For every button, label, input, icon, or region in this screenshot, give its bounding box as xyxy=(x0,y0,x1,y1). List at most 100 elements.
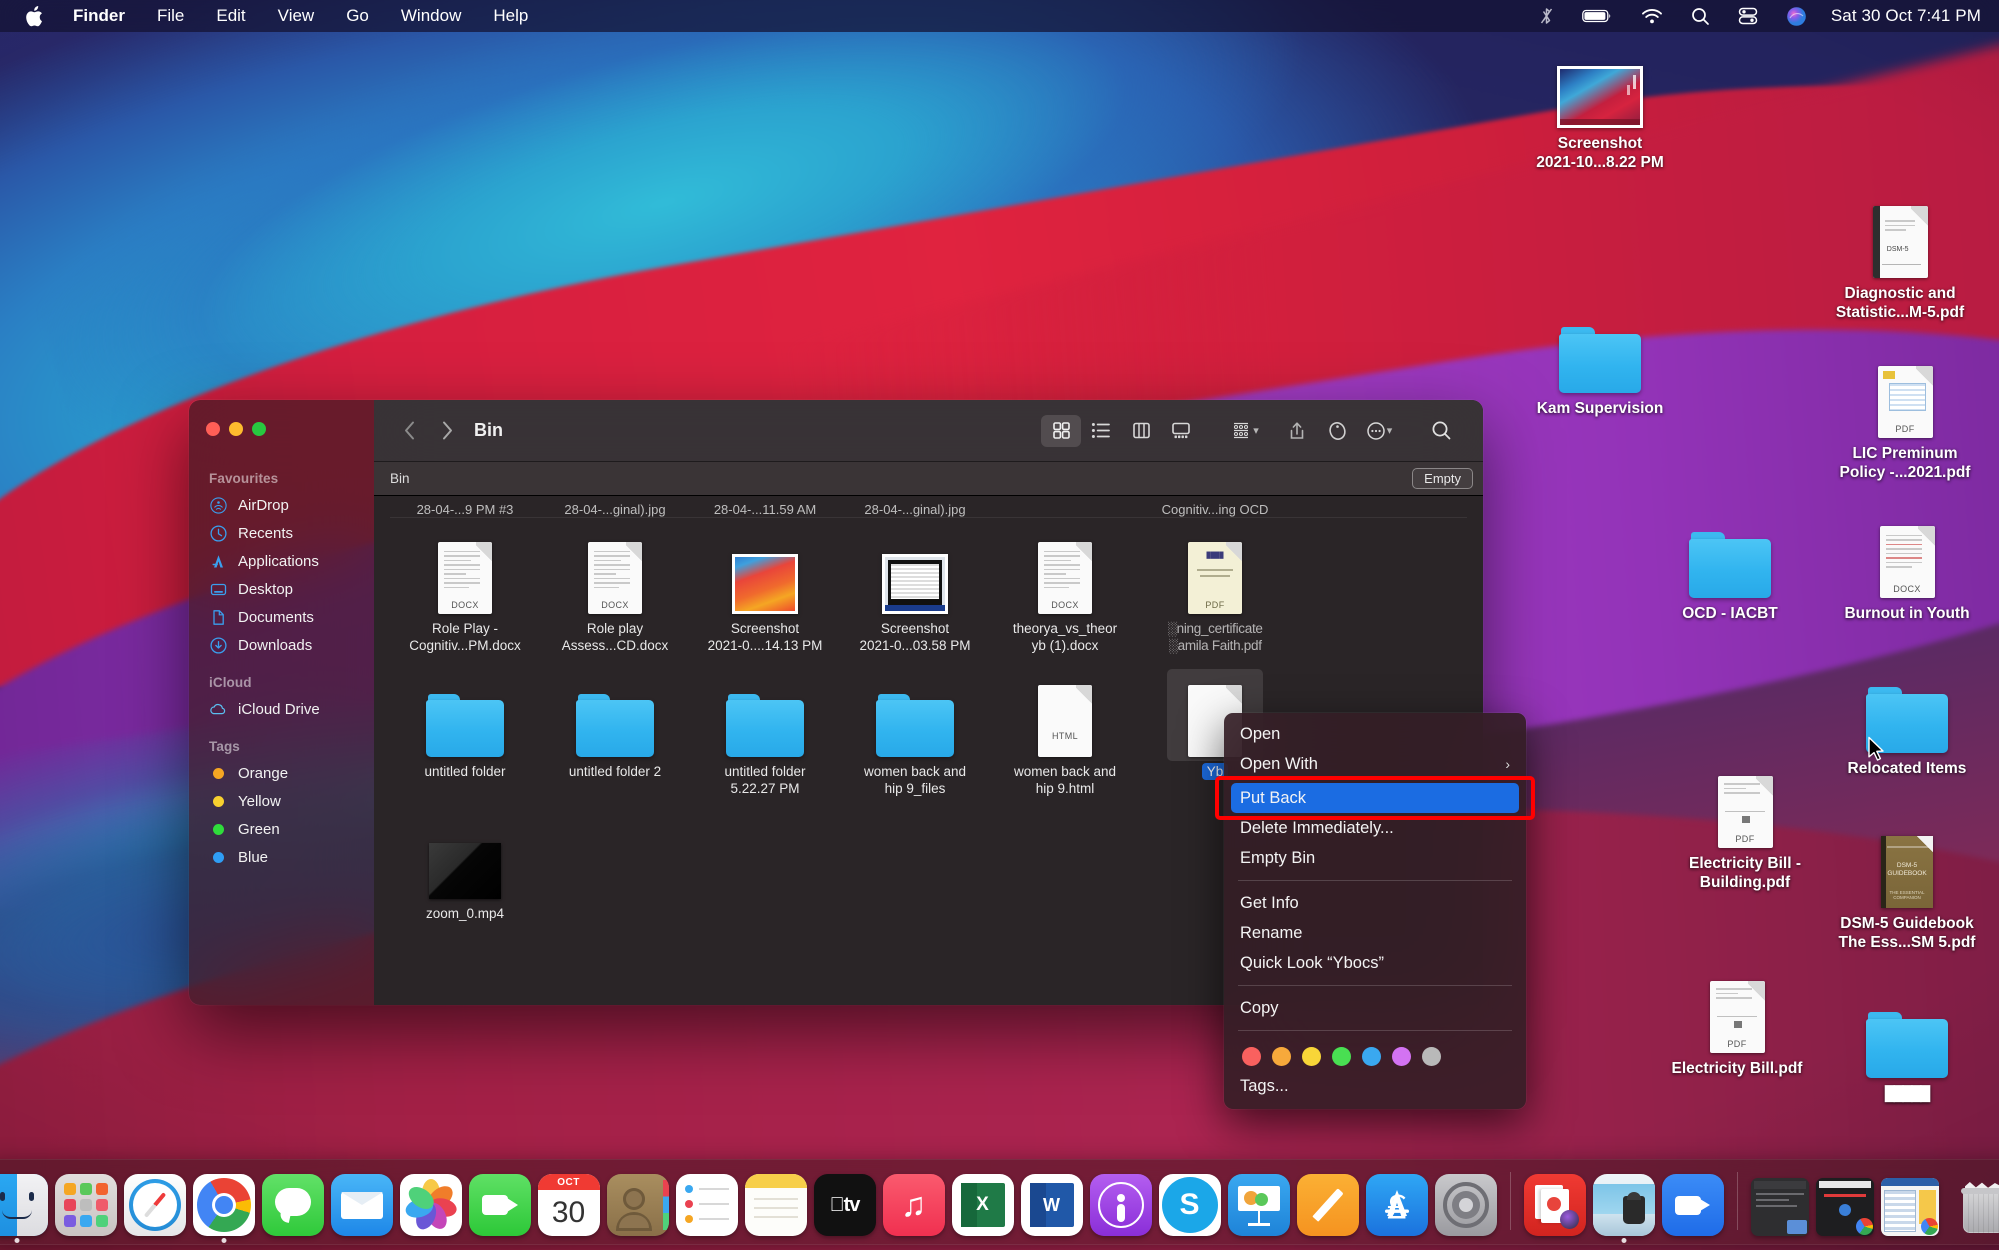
menu-item-finder[interactable]: Finder xyxy=(57,0,141,32)
desktop-icon-electricity-bill[interactable]: PDF Electricity Bill.pdf xyxy=(1662,975,1812,1079)
dock-app-excel[interactable]: X xyxy=(951,1174,1014,1236)
context-menu-item-get-info[interactable]: Get Info xyxy=(1224,888,1526,918)
group-by-button[interactable]: ▾ xyxy=(1223,415,1267,447)
file-item-women-back-hip-files[interactable]: women back and hip 9_files xyxy=(840,663,990,798)
desktop-icon-electricity-bill-building[interactable]: PDF Electricity Bill - Building.pdf xyxy=(1670,770,1820,893)
dock[interactable]: OCT 30 tv ♫ X W S ￡ xyxy=(0,1159,1999,1245)
dock-app-messages[interactable] xyxy=(261,1174,324,1236)
icon-view-button[interactable] xyxy=(1041,414,1081,447)
menu-item-help[interactable]: Help xyxy=(477,0,544,32)
sidebar-item-tag-blue[interactable]: Blue xyxy=(189,843,374,871)
dock-app-skype[interactable]: S xyxy=(1158,1174,1221,1236)
siri-icon[interactable] xyxy=(1772,0,1821,32)
dock-app-music[interactable]: ♫ xyxy=(882,1174,945,1236)
window-controls[interactable] xyxy=(206,422,266,436)
context-menu[interactable]: Open Open With › Put Back Delete Immedia… xyxy=(1215,713,1535,1109)
dock-app-launchpad[interactable] xyxy=(54,1174,117,1236)
back-chevron-icon[interactable] xyxy=(396,416,422,446)
dock-app-freeform[interactable] xyxy=(1296,1174,1359,1236)
menu-item-edit[interactable]: Edit xyxy=(200,0,261,32)
context-menu-tag-row[interactable] xyxy=(1224,1038,1526,1071)
dock-app-facetime[interactable] xyxy=(468,1174,531,1236)
search-icon[interactable] xyxy=(1677,0,1724,32)
forward-chevron-icon[interactable] xyxy=(434,416,460,446)
dock-app-pdf-expert[interactable] xyxy=(1523,1174,1586,1236)
sidebar-item-tag-green[interactable]: Green xyxy=(189,815,374,843)
sidebar-item-icloud-drive[interactable]: iCloud Drive xyxy=(189,695,374,723)
desktop-icon-dsm5-guidebook[interactable]: DSM-5 GUIDEBOOK THE ESSENTIAL COMPANION DS… xyxy=(1832,830,1982,953)
file-item-theorya-vs-theoryb[interactable]: DOCX theorya_vs_theor yb (1).docx xyxy=(990,520,1140,655)
column-view-button[interactable] xyxy=(1121,415,1161,447)
desktop-icon-lic-premium-pdf[interactable]: PDF LIC Preminum Policy -...2021.pdf xyxy=(1830,360,1980,483)
desktop-icon-screenshot[interactable]: Screenshot 2021-10...8.22 PM xyxy=(1525,50,1675,173)
sidebar-item-documents[interactable]: Documents xyxy=(189,603,374,631)
share-button[interactable] xyxy=(1277,415,1317,447)
context-menu-item-tags[interactable]: Tags... xyxy=(1224,1071,1526,1101)
bluetooth-off-icon[interactable] xyxy=(1525,0,1568,32)
sidebar-item-tag-orange[interactable]: Orange xyxy=(189,759,374,787)
dock-app-safari[interactable] xyxy=(123,1174,186,1236)
tag-color-purple[interactable] xyxy=(1392,1047,1411,1066)
file-item-role-play-assessment[interactable]: DOCX Role play Assess...CD.docx xyxy=(540,520,690,655)
dock-app-zoom[interactable] xyxy=(1661,1174,1724,1236)
dock-trash[interactable] xyxy=(1954,1176,1999,1236)
dock-app-reminders[interactable] xyxy=(675,1174,738,1236)
dock-app-photos[interactable] xyxy=(399,1174,462,1236)
file-item-training-certificate[interactable]: ████ PDF ░ning_certificate ░amila Faith.… xyxy=(1140,520,1290,655)
file-item-untitled-folder-52227[interactable]: untitled folder 5.22.27 PM xyxy=(690,663,840,798)
dock-app-preview[interactable] xyxy=(1592,1174,1655,1243)
dock-app-podcasts[interactable] xyxy=(1089,1174,1152,1236)
context-menu-item-open[interactable]: Open xyxy=(1224,719,1526,749)
desktop-icon-kam-supervision[interactable]: Kam Supervision xyxy=(1525,315,1675,419)
more-actions-button[interactable]: ▾ xyxy=(1357,415,1401,447)
battery-icon[interactable] xyxy=(1568,0,1627,32)
desktop-icon-burnout-docx[interactable]: DOCX Burnout in Youth xyxy=(1832,520,1982,624)
dock-app-chrome[interactable] xyxy=(192,1174,255,1243)
dock-minimized-window-1[interactable] xyxy=(1750,1178,1809,1236)
context-menu-item-open-with[interactable]: Open With › xyxy=(1224,749,1526,779)
file-item-zoom-mp4[interactable]: zoom_0.mp4 xyxy=(390,805,540,922)
tag-color-yellow[interactable] xyxy=(1302,1047,1321,1066)
dock-minimized-window-2[interactable] xyxy=(1815,1178,1874,1236)
menu-item-file[interactable]: File xyxy=(141,0,200,32)
context-menu-item-delete-immediately[interactable]: Delete Immediately... xyxy=(1224,813,1526,843)
tag-color-green[interactable] xyxy=(1332,1047,1351,1066)
file-item-untitled-folder[interactable]: untitled folder xyxy=(390,663,540,798)
desktop-icon-ocd-iacbt[interactable]: OCD - IACBT xyxy=(1655,520,1805,624)
file-item-role-play-cognitive[interactable]: DOCX Role Play - Cognitiv...PM.docx xyxy=(390,520,540,655)
file-item-untitled-folder-2[interactable]: untitled folder 2 xyxy=(540,663,690,798)
tag-color-orange[interactable] xyxy=(1272,1047,1291,1066)
context-menu-item-empty-bin[interactable]: Empty Bin xyxy=(1224,843,1526,873)
dock-app-system-preferences[interactable] xyxy=(1434,1174,1497,1236)
dock-app-apple-tv[interactable]: tv xyxy=(813,1174,876,1236)
dock-app-keynote[interactable] xyxy=(1227,1174,1290,1236)
dock-app-contacts[interactable] xyxy=(606,1174,669,1236)
context-menu-item-put-back[interactable]: Put Back xyxy=(1231,783,1519,813)
context-menu-item-copy[interactable]: Copy xyxy=(1224,993,1526,1023)
tag-color-red[interactable] xyxy=(1242,1047,1261,1066)
close-button[interactable] xyxy=(206,422,220,436)
menu-item-view[interactable]: View xyxy=(262,0,331,32)
sidebar-item-tag-yellow[interactable]: Yellow xyxy=(189,787,374,815)
dock-app-word[interactable]: W xyxy=(1020,1174,1083,1236)
sidebar-item-recents[interactable]: Recents xyxy=(189,519,374,547)
file-item-screenshot-0358[interactable]: Screenshot 2021-0...03.58 PM xyxy=(840,520,990,655)
sidebar-item-desktop[interactable]: Desktop xyxy=(189,575,374,603)
search-button[interactable] xyxy=(1421,415,1461,447)
sidebar-item-applications[interactable]: Applications xyxy=(189,547,374,575)
control-center-icon[interactable] xyxy=(1724,0,1772,32)
dock-app-notes[interactable] xyxy=(744,1174,807,1236)
tag-button[interactable] xyxy=(1317,415,1357,447)
wifi-icon[interactable] xyxy=(1627,0,1677,32)
desktop-icon-relocated-items[interactable]: Relocated Items xyxy=(1832,675,1982,779)
dock-app-calendar[interactable]: OCT 30 xyxy=(537,1174,600,1236)
sidebar-item-airdrop[interactable]: AirDrop xyxy=(189,491,374,519)
dock-app-app-store[interactable]: ￡ xyxy=(1365,1174,1428,1236)
file-item-women-back-hip-html[interactable]: HTML women back and hip 9.html xyxy=(990,663,1140,798)
empty-bin-button[interactable]: Empty xyxy=(1412,468,1473,489)
desktop-icon-folder-unnamed[interactable]: █████ xyxy=(1832,1000,1982,1102)
file-item-screenshot-1413[interactable]: Screenshot 2021-0....14.13 PM xyxy=(690,520,840,655)
apple-logo-icon[interactable] xyxy=(18,5,57,28)
tag-color-grey[interactable] xyxy=(1422,1047,1441,1066)
tag-color-blue[interactable] xyxy=(1362,1047,1381,1066)
